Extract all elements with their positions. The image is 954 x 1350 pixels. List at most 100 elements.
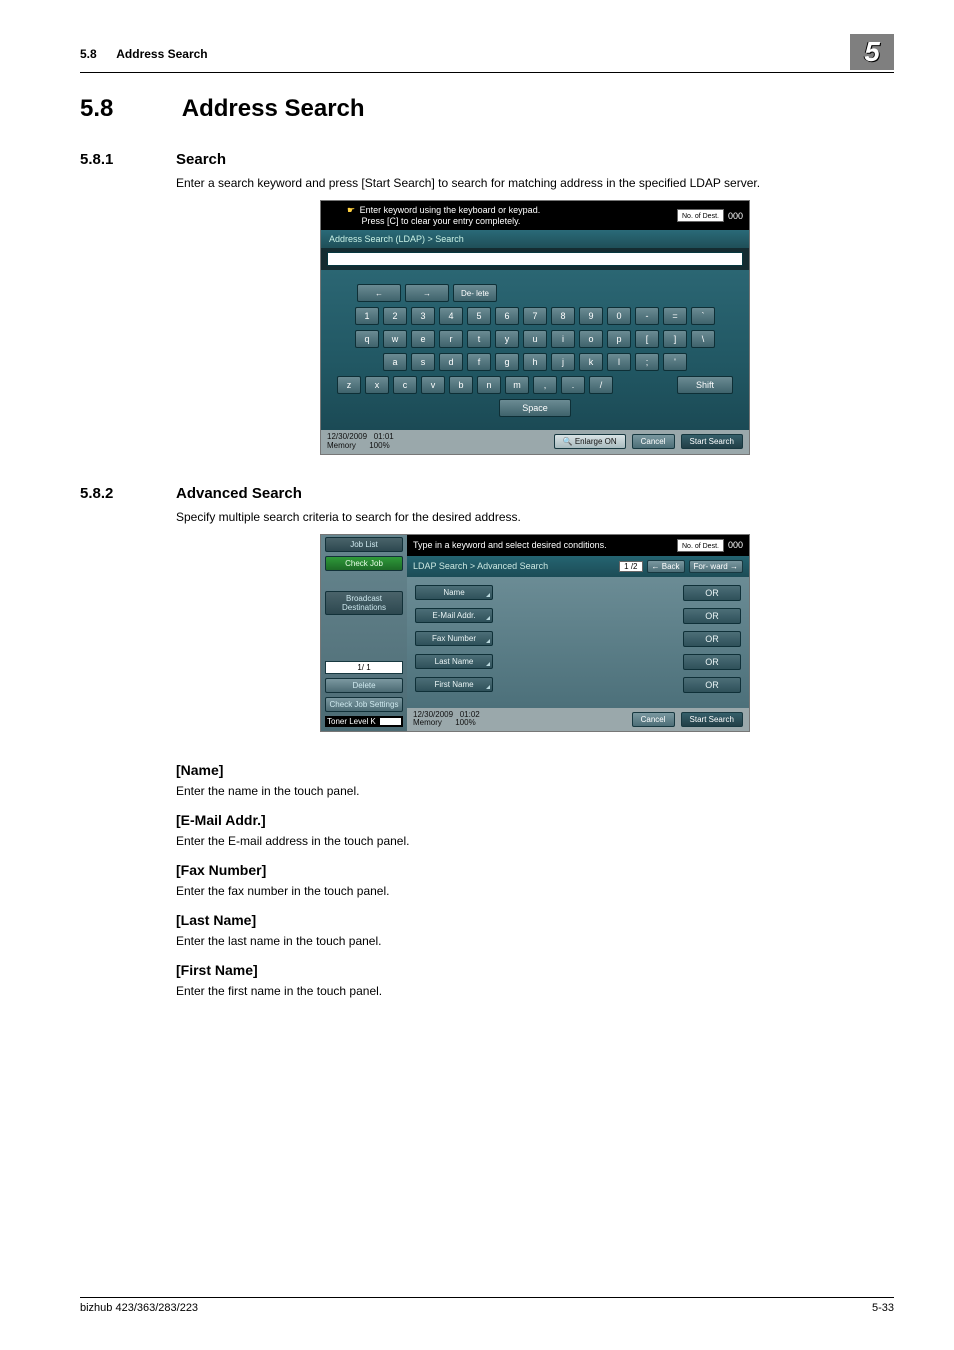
delete-button[interactable]: Delete <box>325 678 403 693</box>
key-1[interactable]: 1 <box>355 307 379 325</box>
start-search-button[interactable]: Start Search <box>681 434 743 449</box>
key-f[interactable]: f <box>467 353 491 371</box>
key-space[interactable]: Space <box>499 399 571 417</box>
key-r[interactable]: r <box>439 330 463 348</box>
field-desc-lastname: Enter the last name in the touch panel. <box>176 934 894 948</box>
key-2[interactable]: 2 <box>383 307 407 325</box>
field-heading-firstname: [First Name] <box>176 962 894 978</box>
condition-or-button[interactable]: OR <box>683 631 741 647</box>
key-s[interactable]: s <box>411 353 435 371</box>
key-5[interactable]: 5 <box>467 307 491 325</box>
breadcrumb: Address Search (LDAP) > Search <box>321 230 749 248</box>
job-list-button[interactable]: Job List <box>325 537 403 552</box>
key-7[interactable]: 7 <box>523 307 547 325</box>
key-][interactable]: ] <box>663 330 687 348</box>
criteria-firstname-button[interactable]: First Name <box>415 677 493 692</box>
key-n[interactable]: n <box>477 376 501 394</box>
key-delete[interactable]: De- lete <box>453 284 497 302</box>
header-section-title: Address Search <box>116 47 207 61</box>
criteria-fax-button[interactable]: Fax Number <box>415 631 493 646</box>
hint-text: Type in a keyword and select desired con… <box>413 540 607 550</box>
key-,[interactable]: , <box>533 376 557 394</box>
key-b[interactable]: b <box>449 376 473 394</box>
key-c[interactable]: c <box>393 376 417 394</box>
criteria-email-button[interactable]: E-Mail Addr. <box>415 608 493 623</box>
key-8[interactable]: 8 <box>551 307 575 325</box>
dest-counter: No. of Dest. <box>677 539 724 552</box>
key-v[interactable]: v <box>421 376 445 394</box>
forward-button[interactable]: For- ward → <box>689 560 743 573</box>
key-`[interactable]: ` <box>691 307 715 325</box>
condition-or-button[interactable]: OR <box>683 677 741 693</box>
broadcast-dest-button[interactable]: Broadcast Destinations <box>325 591 403 615</box>
key-3[interactable]: 3 <box>411 307 435 325</box>
field-desc-fax: Enter the fax number in the touch panel. <box>176 884 894 898</box>
start-search-button[interactable]: Start Search <box>681 712 743 727</box>
condition-or-button[interactable]: OR <box>683 654 741 670</box>
key--[interactable]: - <box>635 307 659 325</box>
key-\[interactable]: \ <box>691 330 715 348</box>
key-=[interactable]: = <box>663 307 687 325</box>
condition-or-button[interactable]: OR <box>683 585 741 601</box>
criteria-name-button[interactable]: Name <box>415 585 493 600</box>
key-e[interactable]: e <box>411 330 435 348</box>
check-job-button[interactable]: Check Job <box>325 556 403 571</box>
key-.[interactable]: . <box>561 376 585 394</box>
key-p[interactable]: p <box>607 330 631 348</box>
key-y[interactable]: y <box>495 330 519 348</box>
key-arrow-left[interactable]: ← <box>357 284 401 302</box>
condition-or-button[interactable]: OR <box>683 608 741 624</box>
key-/[interactable]: / <box>589 376 613 394</box>
key-'[interactable]: ' <box>663 353 687 371</box>
page-header: 5.8 Address Search 5 <box>80 38 894 73</box>
criteria-lastname-button[interactable]: Last Name <box>415 654 493 669</box>
breadcrumb: LDAP Search > Advanced Search <box>413 561 548 571</box>
header-section-num: 5.8 <box>80 47 97 61</box>
key-m[interactable]: m <box>505 376 529 394</box>
status-datetime: 12/30/2009 01:02 Memory 100% <box>413 711 480 729</box>
key-k[interactable]: k <box>579 353 603 371</box>
field-desc-name: Enter the name in the touch panel. <box>176 784 894 798</box>
key-arrow-right[interactable]: → <box>405 284 449 302</box>
key-u[interactable]: u <box>523 330 547 348</box>
key-i[interactable]: i <box>551 330 575 348</box>
key-9[interactable]: 9 <box>579 307 603 325</box>
cancel-button[interactable]: Cancel <box>632 434 675 449</box>
on-screen-keyboard: ← → De- lete 1234567890-=` qwertyuiop[]\… <box>321 270 749 430</box>
key-[[interactable]: [ <box>635 330 659 348</box>
key-h[interactable]: h <box>523 353 547 371</box>
field-heading-name: [Name] <box>176 762 894 778</box>
subsection-heading: 5.8.1 Search <box>80 151 894 168</box>
check-job-settings-button[interactable]: Check Job Settings <box>325 697 403 712</box>
key-z[interactable]: z <box>337 376 361 394</box>
screenshot-advanced-search: Job List Check Job Broadcast Destination… <box>320 534 750 733</box>
key-d[interactable]: d <box>439 353 463 371</box>
key-shift[interactable]: Shift <box>677 376 733 394</box>
key-;[interactable]: ; <box>635 353 659 371</box>
key-a[interactable]: a <box>383 353 407 371</box>
dest-counter: No. of Dest. <box>677 209 724 222</box>
key-j[interactable]: j <box>551 353 575 371</box>
key-g[interactable]: g <box>495 353 519 371</box>
key-t[interactable]: t <box>467 330 491 348</box>
field-heading-email: [E-Mail Addr.] <box>176 812 894 828</box>
key-q[interactable]: q <box>355 330 379 348</box>
key-x[interactable]: x <box>365 376 389 394</box>
subsection-lead: Specify multiple search criteria to sear… <box>176 510 894 524</box>
key-4[interactable]: 4 <box>439 307 463 325</box>
back-button[interactable]: ← Back <box>647 560 685 573</box>
page-footer: bizhub 423/363/283/223 5-33 <box>80 1297 894 1314</box>
page-indicator: 1 /2 <box>619 561 642 572</box>
search-input[interactable] <box>327 252 743 266</box>
pointer-icon: ☛ <box>347 205 355 215</box>
cancel-button[interactable]: Cancel <box>632 712 675 727</box>
section-heading: 5.8 Address Search <box>80 95 894 123</box>
enlarge-button[interactable]: 🔍 Enlarge ON <box>554 434 626 449</box>
key-l[interactable]: l <box>607 353 631 371</box>
key-w[interactable]: w <box>383 330 407 348</box>
key-0[interactable]: 0 <box>607 307 631 325</box>
key-6[interactable]: 6 <box>495 307 519 325</box>
key-o[interactable]: o <box>579 330 603 348</box>
page-indicator-small: 1/ 1 <box>325 661 403 674</box>
chapter-number-badge: 5 <box>850 34 894 70</box>
